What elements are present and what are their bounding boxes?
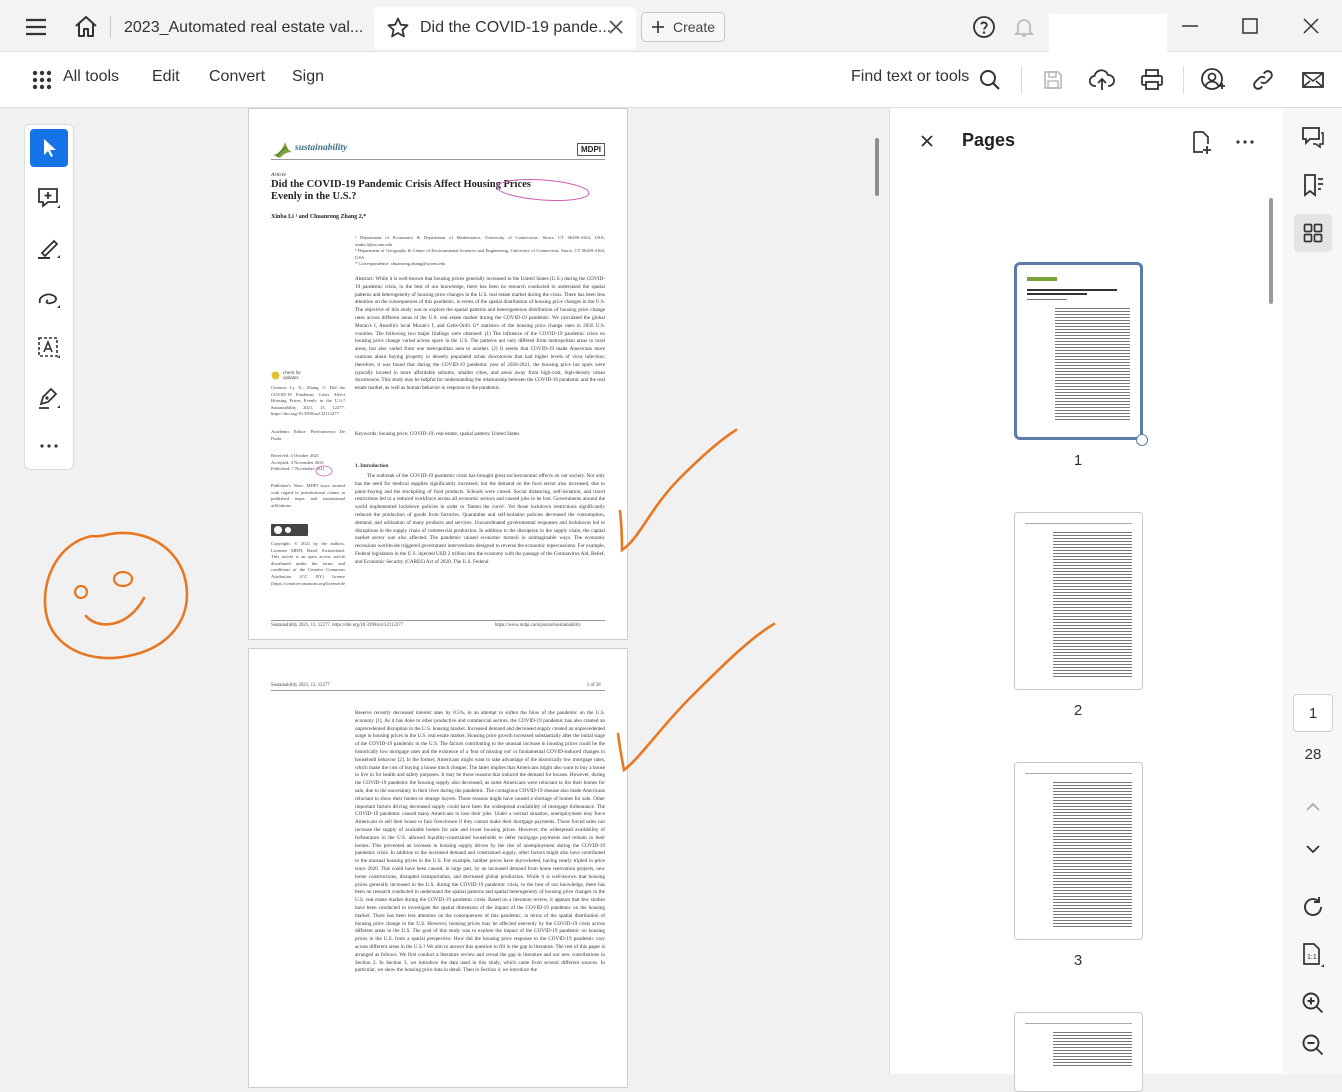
print-icon[interactable]: [1138, 66, 1166, 94]
add-comment-tool[interactable]: [30, 179, 68, 217]
thumbnail-resize-handle[interactable]: [1136, 434, 1148, 446]
minimize-icon[interactable]: [1170, 10, 1210, 42]
highlight-ring: [496, 179, 590, 201]
upload-icon[interactable]: [1088, 66, 1116, 94]
panel-title: Pages: [962, 130, 1016, 150]
plus-icon: [651, 20, 665, 34]
fit-page-icon: 1:1: [1300, 942, 1326, 968]
search-icon[interactable]: [976, 66, 1004, 94]
right-rail: 1 28 1:1: [1283, 108, 1342, 1074]
document-scrollbar[interactable]: [875, 138, 879, 196]
text-box-tool[interactable]: [30, 329, 68, 367]
menu-icon[interactable]: [22, 14, 50, 40]
zoom-out-icon: [1301, 1033, 1325, 1057]
draw-icon: [36, 285, 62, 311]
tab-label: 2023_Automated real estate val...: [124, 19, 364, 36]
ink-annotations: [43, 179, 776, 773]
save-icon[interactable]: [1039, 66, 1067, 94]
refresh-icon: [1301, 895, 1325, 919]
cursor-icon: [39, 137, 59, 159]
create-label: Create: [672, 19, 716, 35]
comment-icon: [36, 185, 62, 211]
rotate-button[interactable]: [1294, 888, 1332, 926]
zoom-in-button[interactable]: [1294, 984, 1332, 1022]
panel-scrollbar[interactable]: [1269, 198, 1273, 304]
previous-page-button[interactable]: [1294, 788, 1332, 826]
close-icon[interactable]: [608, 19, 624, 35]
checkmark-2: [616, 622, 776, 773]
pages-panel-button[interactable]: [1294, 214, 1332, 252]
all-tools-button[interactable]: All tools: [63, 68, 119, 86]
highlight-icon: [36, 235, 62, 261]
smiley-face: [43, 531, 189, 660]
checkmark-1: [618, 428, 738, 553]
tool-rail: [24, 124, 74, 470]
page-thumbnail-1[interactable]: [1014, 262, 1143, 440]
chevron-up-icon: [1305, 802, 1321, 812]
grid-icon[interactable]: [28, 66, 56, 94]
chevron-down-icon: [1305, 844, 1321, 854]
window-close-icon[interactable]: [1291, 10, 1331, 42]
tab-document-2[interactable]: Did the COVID-19 pande...: [374, 7, 636, 49]
thumbnail-label-3: 3: [1073, 952, 1083, 969]
svg-text:1:1: 1:1: [1307, 954, 1317, 961]
highlight-tool[interactable]: [30, 229, 68, 267]
page-thumbnail-4[interactable]: [1014, 1012, 1143, 1092]
tab-document-1[interactable]: 2023_Automated real estate val...: [112, 7, 374, 49]
create-button[interactable]: Create: [641, 12, 725, 42]
smiley-right-eye: [112, 570, 134, 588]
smiley-left-eye: [73, 584, 89, 600]
more-icon: [39, 443, 59, 449]
convert-menu[interactable]: Convert: [209, 68, 265, 86]
share-user-icon[interactable]: [1199, 66, 1227, 94]
panel-more-icon[interactable]: [1236, 140, 1254, 144]
sign-menu[interactable]: Sign: [292, 68, 324, 86]
account-area: [1049, 14, 1167, 52]
tab-label: Did the COVID-19 pande...: [420, 19, 612, 36]
zoom-out-button[interactable]: [1294, 1026, 1332, 1064]
comment-panel-button[interactable]: [1294, 118, 1332, 156]
home-icon[interactable]: [72, 13, 100, 41]
bookmarks-button[interactable]: [1294, 166, 1332, 204]
pages-panel: Pages 1 2 3: [889, 108, 1283, 1092]
link-icon[interactable]: [1249, 66, 1277, 94]
current-page-input[interactable]: 1: [1293, 694, 1333, 732]
document-viewport[interactable]: sustainability MDPI Article Did the COVI…: [10, 108, 888, 1088]
date-ring: [315, 465, 333, 477]
sign-pen-icon: [36, 385, 62, 411]
edit-menu[interactable]: Edit: [152, 68, 180, 86]
thumbnail-label-2: 2: [1073, 702, 1083, 719]
pages-thumbnails-icon: [1303, 223, 1323, 243]
close-panel-icon[interactable]: [920, 134, 934, 148]
next-page-button[interactable]: [1294, 830, 1332, 868]
mail-icon[interactable]: [1299, 66, 1327, 94]
add-page-icon[interactable]: [1190, 130, 1214, 156]
comment-panel-icon: [1301, 125, 1325, 149]
star-icon[interactable]: [386, 16, 410, 40]
main-toolbar: All tools Edit Convert Sign Find text or…: [0, 52, 1342, 108]
page-thumbnail-3[interactable]: [1014, 762, 1143, 940]
total-pages: 28: [1304, 746, 1322, 763]
fit-page-button[interactable]: 1:1: [1294, 936, 1332, 974]
more-tools-button[interactable]: [30, 427, 68, 465]
smiley-mouth: [84, 596, 146, 626]
find-tools-label[interactable]: Find text or tools: [851, 68, 969, 86]
bell-icon[interactable]: [1012, 15, 1036, 39]
help-icon[interactable]: [972, 15, 996, 39]
draw-tool[interactable]: [30, 279, 68, 317]
zoom-in-icon: [1301, 991, 1325, 1015]
maximize-icon[interactable]: [1230, 10, 1270, 42]
page-thumbnail-2[interactable]: [1014, 512, 1143, 690]
thumbnail-label-1: 1: [1073, 452, 1083, 469]
select-tool[interactable]: [30, 129, 68, 167]
sign-tool[interactable]: [30, 379, 68, 417]
bookmark-icon: [1301, 173, 1325, 197]
text-box-icon: [36, 335, 62, 361]
title-bar: 2023_Automated real estate val... Did th…: [0, 0, 1342, 52]
